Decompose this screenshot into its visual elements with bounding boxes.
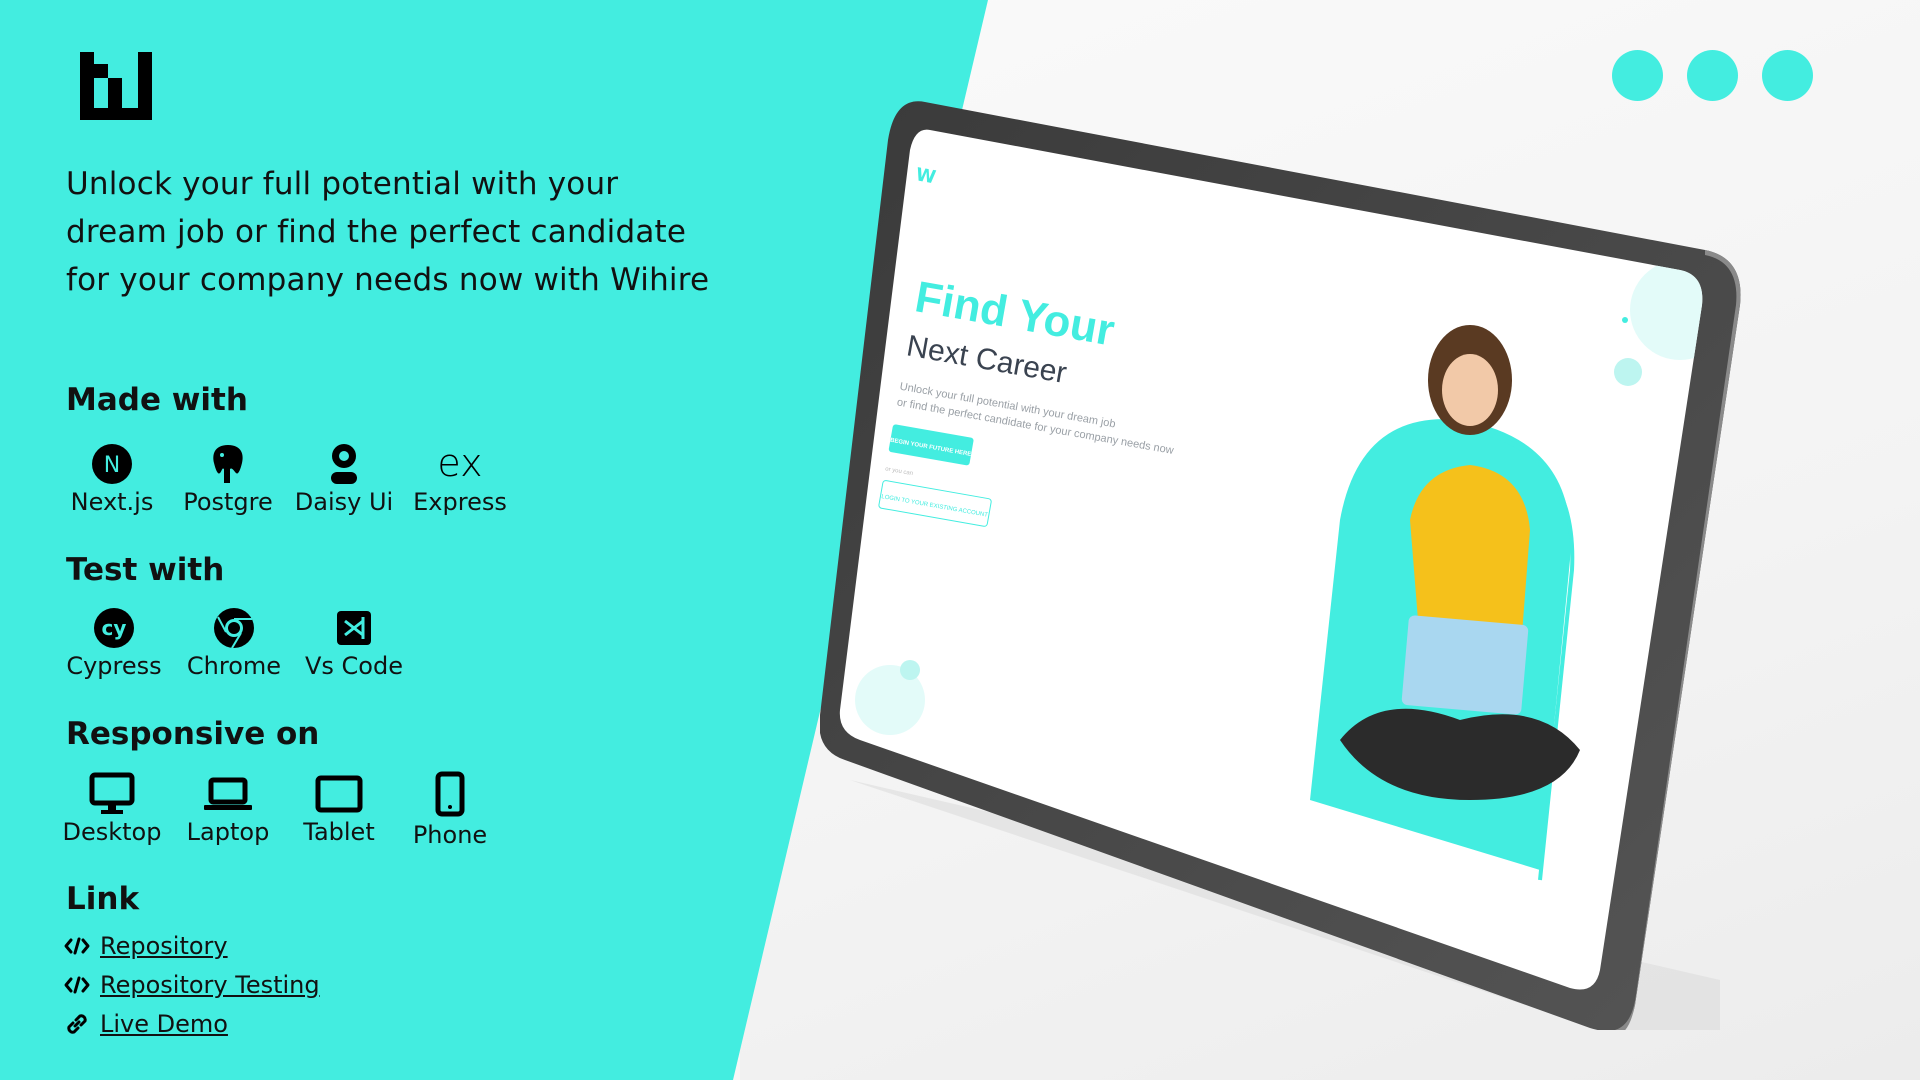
nextjs-icon: N (91, 442, 133, 486)
link-item-repository-testing: Repository Testing (64, 965, 320, 1004)
headline: Unlock your full potential with your dre… (66, 166, 710, 298)
wihire-logo (80, 52, 152, 120)
device-item-phone: Phone (400, 771, 500, 849)
code-icon (64, 973, 92, 997)
phone-icon (435, 771, 465, 817)
tech-item-vscode: Vs Code (302, 606, 406, 680)
tech-item-cypress: cy Cypress (62, 606, 166, 680)
cypress-icon: cy (93, 606, 135, 650)
device-item-laptop: Laptop (178, 772, 278, 849)
tech-item-chrome: Chrome (182, 606, 286, 680)
made-with-title: Made with (66, 382, 248, 418)
tech-item-postgre: Postgre (178, 442, 278, 516)
dot (1762, 50, 1813, 101)
daisyui-icon (327, 442, 361, 486)
repository-testing-link[interactable]: Repository Testing (100, 971, 320, 999)
tech-item-nextjs: N Next.js (62, 442, 162, 516)
postgres-icon (208, 442, 248, 486)
test-with-title: Test with (66, 552, 225, 588)
live-demo-link[interactable]: Live Demo (100, 1010, 228, 1038)
laptop-icon (203, 772, 253, 816)
dot (1612, 50, 1663, 101)
tech-item-express: ex Express (410, 442, 510, 516)
link-icon (64, 1012, 92, 1036)
chrome-icon (213, 606, 255, 650)
svg-text:ex: ex (437, 444, 482, 484)
tablet-icon (315, 772, 363, 816)
vscode-icon (335, 606, 373, 650)
device-item-tablet: Tablet (294, 772, 384, 849)
link-list: Repository Repository Testing Live Demo (64, 926, 320, 1043)
svg-text:W: W (914, 164, 937, 188)
repository-link[interactable]: Repository (100, 932, 228, 960)
desktop-icon (89, 772, 135, 816)
svg-text:cy: cy (102, 616, 127, 640)
express-icon: ex (432, 442, 488, 486)
made-with-list: N Next.js Postgre Daisy Ui ex Express (62, 442, 526, 516)
responsive-on-title: Responsive on (66, 716, 320, 752)
link-item-repository: Repository (64, 926, 320, 965)
tablet-mockup: W Find Your Next Career Unlock your full… (820, 101, 1741, 1030)
svg-text:N: N (104, 453, 120, 478)
link-title: Link (66, 881, 140, 917)
test-with-list: cy Cypress Chrome Vs Code (62, 606, 422, 680)
tech-item-daisyui: Daisy Ui (294, 442, 394, 516)
decorative-dots (1612, 50, 1813, 101)
device-item-desktop: Desktop (62, 772, 162, 849)
responsive-on-list: Desktop Laptop Tablet Phone (62, 771, 516, 849)
link-item-live-demo: Live Demo (64, 1004, 320, 1043)
dot (1687, 50, 1738, 101)
code-icon (64, 934, 92, 958)
